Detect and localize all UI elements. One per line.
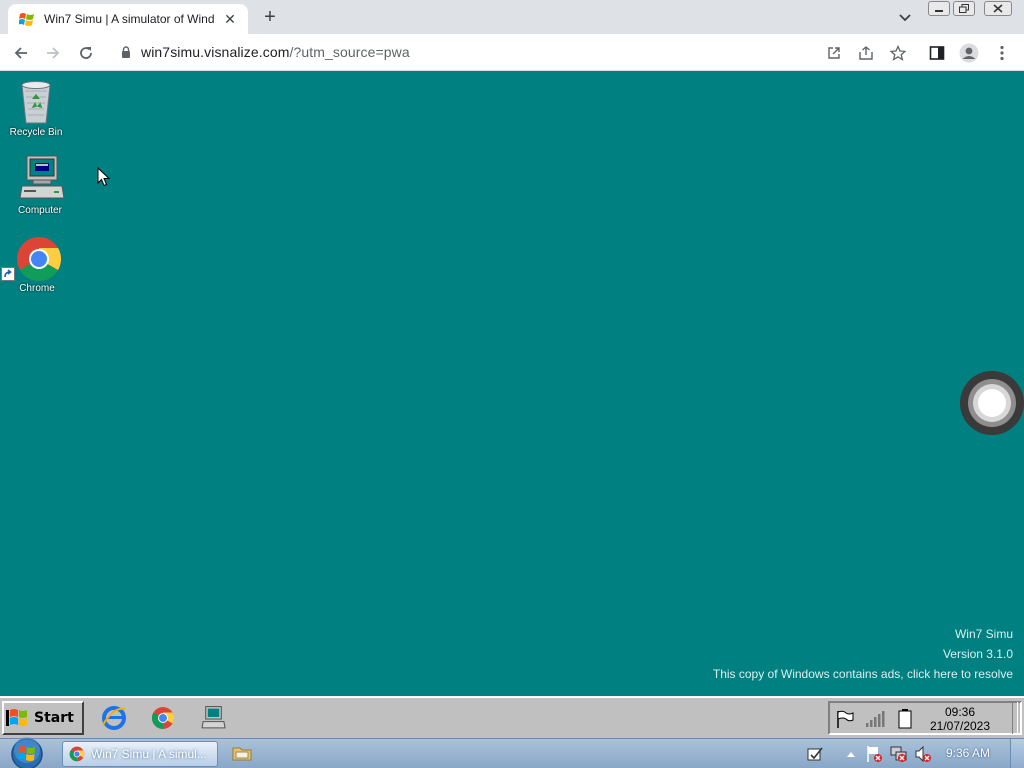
- start-label: Start: [34, 710, 74, 726]
- url-host: win7simu.visnalize.com: [141, 44, 290, 60]
- action-center-flag-icon[interactable]: [866, 745, 884, 763]
- host-taskbar: Win7 Simu | A simul... 9:36 AM: [0, 735, 1024, 768]
- windows-logo-icon: [6, 709, 27, 726]
- address-bar[interactable]: win7simu.visnalize.com/?utm_source=pwa: [108, 38, 916, 66]
- watermark-ads-notice[interactable]: This copy of Windows contains ads, click…: [713, 664, 1013, 684]
- recycle-bin-icon: [12, 77, 60, 125]
- taskbar-window-label: Win7 Simu | A simul...: [91, 747, 207, 761]
- back-arrow-icon[interactable]: [10, 42, 32, 64]
- window-minimize-button[interactable]: [928, 1, 950, 16]
- show-hidden-icons-arrow[interactable]: [842, 745, 860, 763]
- tab-search-chevron-icon[interactable]: [895, 8, 915, 28]
- kebab-menu-icon[interactable]: [991, 42, 1013, 64]
- watermark-name: Win7 Simu: [954, 627, 1013, 641]
- desktop-icon-label: Computer: [18, 205, 62, 216]
- start-button[interactable]: Start: [2, 701, 84, 735]
- share-icon[interactable]: [855, 42, 877, 64]
- computer-icon[interactable]: [199, 704, 227, 732]
- computer-icon: [16, 155, 65, 203]
- clock-time: 09:36: [944, 705, 976, 719]
- windows-start-orb-icon[interactable]: [8, 735, 46, 768]
- browser-toolbar: win7simu.visnalize.com/?utm_source=pwa: [0, 34, 1024, 71]
- floating-assist-button[interactable]: [960, 371, 1024, 435]
- reload-icon[interactable]: [75, 42, 97, 64]
- browser-tab-title: Win7 Simu | A simulator of Wind: [44, 12, 215, 26]
- window-restore-button[interactable]: [953, 1, 975, 16]
- desktop[interactable]: Recycle Bin Computer Chrome Win7 Simu Ve…: [0, 71, 1024, 696]
- lock-icon: [122, 46, 130, 58]
- new-tab-button[interactable]: +: [259, 6, 281, 28]
- desktop-icon-computer[interactable]: Computer: [4, 155, 76, 216]
- bookmark-star-icon[interactable]: [887, 42, 909, 64]
- flag-icon[interactable]: [834, 708, 856, 730]
- url-text: win7simu.visnalize.com/?utm_source=pwa: [141, 44, 410, 60]
- side-panel-icon[interactable]: [926, 42, 948, 64]
- open-in-app-icon[interactable]: [823, 42, 845, 64]
- show-desktop-grip[interactable]: [1012, 702, 1018, 734]
- desktop-icon-label: Chrome: [19, 283, 55, 294]
- internet-explorer-icon[interactable]: [100, 704, 128, 732]
- network-disconnected-icon[interactable]: [890, 745, 908, 763]
- system-tray: 09:36 21/07/2023: [828, 701, 1022, 735]
- battery-icon[interactable]: [894, 708, 916, 730]
- clock[interactable]: 09:36 21/07/2023: [922, 705, 998, 733]
- host-clock[interactable]: 9:36 AM: [946, 746, 990, 760]
- watermark[interactable]: Win7 Simu Version 3.1.0 This copy of Win…: [713, 624, 1013, 684]
- shortcut-arrow-icon: [1, 267, 15, 281]
- signal-bars-icon[interactable]: [864, 708, 886, 730]
- window-close-button[interactable]: [984, 1, 1012, 16]
- mouse-pointer-icon: [97, 166, 111, 190]
- simulator-taskbar: Start 09:36 21/07/2023: [0, 696, 1024, 738]
- tab-close-icon[interactable]: ✕: [222, 11, 238, 27]
- volume-muted-icon[interactable]: [914, 745, 932, 763]
- browser-tab[interactable]: Win7 Simu | A simulator of Wind ✕: [8, 4, 248, 34]
- desktop-icon-recycle-bin[interactable]: Recycle Bin: [0, 77, 72, 138]
- chrome-icon[interactable]: [149, 704, 177, 732]
- profile-avatar-icon[interactable]: [958, 42, 980, 64]
- taskbar-window-button[interactable]: Win7 Simu | A simul...: [62, 741, 218, 767]
- browser-tab-strip: Win7 Simu | A simulator of Wind ✕ +: [0, 0, 1024, 34]
- file-explorer-icon[interactable]: [232, 744, 252, 764]
- watermark-version: Version 3.1.0: [942, 647, 1013, 661]
- url-path: /?utm_source=pwa: [289, 44, 410, 60]
- clock-date: 21/07/2023: [929, 719, 991, 733]
- desktop-icon-chrome[interactable]: Chrome: [1, 233, 73, 294]
- chrome-icon: [1, 233, 61, 281]
- action-center-icon[interactable]: [806, 745, 824, 763]
- show-desktop-button[interactable]: [1010, 739, 1024, 768]
- chrome-icon: [69, 746, 85, 762]
- forward-arrow-icon[interactable]: [42, 42, 64, 64]
- win7-flag-favicon-icon: [18, 12, 36, 26]
